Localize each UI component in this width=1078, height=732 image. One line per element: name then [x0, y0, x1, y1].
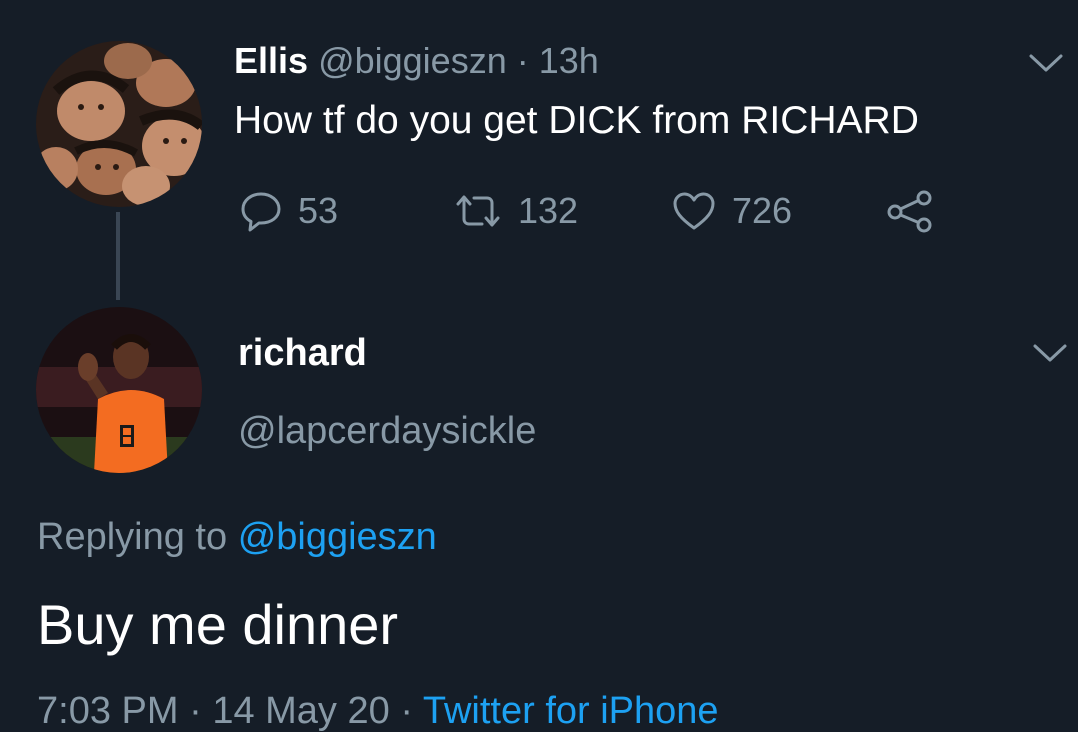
like-button[interactable]: 726 — [670, 186, 792, 236]
reply-author-name[interactable]: richard — [238, 330, 367, 376]
like-icon — [670, 188, 718, 234]
parent-tweet-text: How tf do you get DICK from RICHARD — [234, 99, 919, 142]
tweet-source-link[interactable]: Twitter for iPhone — [423, 690, 719, 732]
share-button[interactable] — [884, 186, 936, 236]
header-separator: · — [516, 40, 529, 81]
replying-to-link[interactable]: @biggieszn — [238, 516, 437, 558]
chevron-down-icon[interactable] — [1032, 342, 1068, 364]
reply-button[interactable]: 53 — [238, 186, 338, 236]
meta-separator: · — [400, 690, 413, 732]
reply-icon — [238, 188, 284, 234]
parent-author-handle[interactable]: @biggieszn — [318, 40, 507, 81]
replying-to-line: Replying to @biggieszn — [37, 514, 437, 560]
retweet-icon — [452, 188, 504, 234]
like-count: 726 — [732, 190, 793, 231]
parent-tweet-header: Ellis @biggieszn · 13h — [234, 40, 599, 82]
tweet-date[interactable]: 14 May 20 — [212, 690, 389, 732]
reply-count: 53 — [298, 190, 339, 231]
replying-to-prefix: Replying to — [37, 516, 228, 558]
avatar-richard[interactable] — [36, 307, 202, 473]
meta-separator: · — [189, 690, 202, 732]
retweet-button[interactable]: 132 — [452, 186, 578, 236]
reply-tweet-text: Buy me dinner — [37, 593, 399, 656]
retweet-count: 132 — [518, 190, 579, 231]
tweet-metadata: 7:03 PM · 14 May 20 · Twitter for iPhone — [37, 688, 719, 732]
tweet-action-bar: 53 132 726 — [0, 186, 1078, 236]
parent-tweet-time[interactable]: 13h — [539, 40, 599, 81]
reply-author-handle[interactable]: @lapcerdaysickle — [238, 408, 536, 454]
avatar-ellis[interactable] — [36, 41, 202, 207]
parent-author-name[interactable]: Ellis — [234, 40, 308, 81]
share-icon — [884, 188, 936, 234]
chevron-down-icon[interactable] — [1028, 52, 1064, 74]
tweet-timestamp[interactable]: 7:03 PM — [37, 690, 179, 732]
